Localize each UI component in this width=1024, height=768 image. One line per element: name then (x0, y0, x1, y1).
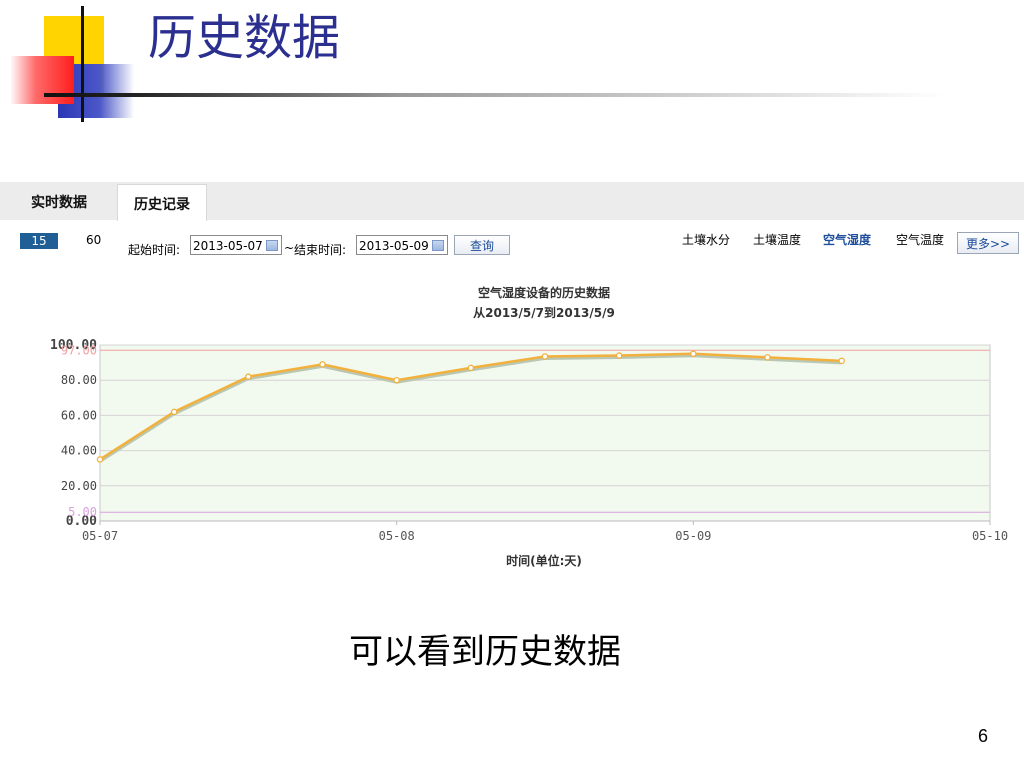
more-metrics-button[interactable]: 更多>> (957, 232, 1019, 254)
query-button[interactable]: 查询 (454, 235, 510, 255)
start-time-label: 起始时间: (128, 243, 181, 257)
x-tick-label: 05-09 (675, 529, 711, 543)
plot-area (99, 344, 991, 522)
end-time-label: 结束时间: (294, 243, 347, 257)
humidity-line-chart: 0.0020.0040.0060.0080.00100.0097.005.000… (50, 338, 1008, 568)
data-point (838, 357, 845, 365)
data-point (615, 352, 623, 359)
calendar-icon[interactable] (266, 240, 278, 251)
data-point (541, 353, 549, 360)
end-date-value: 2013-05-09 (359, 239, 429, 253)
range-separator: ~ (284, 241, 295, 255)
x-tick-label: 05-08 (379, 529, 415, 543)
threshold-label: 5.00 (68, 505, 97, 519)
x-tick-label: 05-07 (82, 529, 118, 543)
title-deco-horizontal-line (44, 93, 944, 97)
chart-subtitle: 从2013/5/7到2013/5/9 (473, 306, 615, 320)
start-date-input[interactable]: 2013-05-07 (190, 235, 282, 255)
tab-history-records[interactable]: 历史记录 (117, 184, 207, 221)
data-point (96, 456, 104, 463)
data-point (170, 408, 178, 416)
y-tick-label: 40.00 (61, 444, 97, 458)
chart-title: 空气湿度设备的历史数据 (477, 286, 610, 300)
x-tick-label: 05-10 (972, 529, 1008, 543)
y-tick-label: 60.00 (61, 408, 97, 422)
metric-air-humidity[interactable]: 空气湿度 (823, 231, 871, 248)
start-date-value: 2013-05-07 (193, 239, 263, 253)
tab-realtime-data[interactable]: 实时数据 (16, 182, 102, 220)
data-point (393, 376, 400, 384)
range-60-button[interactable]: 60 (86, 233, 101, 247)
range-15-button[interactable]: 15 (20, 233, 58, 249)
x-axis-label: 时间(单位:天) (506, 553, 582, 568)
y-tick-label: 80.00 (61, 373, 97, 387)
data-point (690, 350, 697, 358)
slide-caption: 可以看到历史数据 (349, 632, 621, 672)
page-number: 6 (978, 726, 989, 746)
calendar-icon[interactable] (432, 240, 444, 251)
metric-soil-moisture[interactable]: 土壤水分 (682, 231, 730, 248)
metric-soil-temperature[interactable]: 土壤温度 (753, 231, 801, 248)
title-deco-vertical-line (81, 6, 84, 122)
data-point (467, 364, 475, 372)
tab-bar: 实时数据 历史记录 (0, 182, 1024, 221)
metric-air-temperature[interactable]: 空气温度 (896, 231, 944, 248)
y-tick-label: 20.00 (61, 479, 97, 493)
data-point (764, 354, 771, 361)
data-point (319, 361, 326, 368)
threshold-label: 97.00 (61, 343, 97, 357)
slide-title: 历史数据 (148, 10, 341, 66)
data-point (245, 373, 252, 380)
end-date-input[interactable]: 2013-05-09 (356, 235, 448, 255)
